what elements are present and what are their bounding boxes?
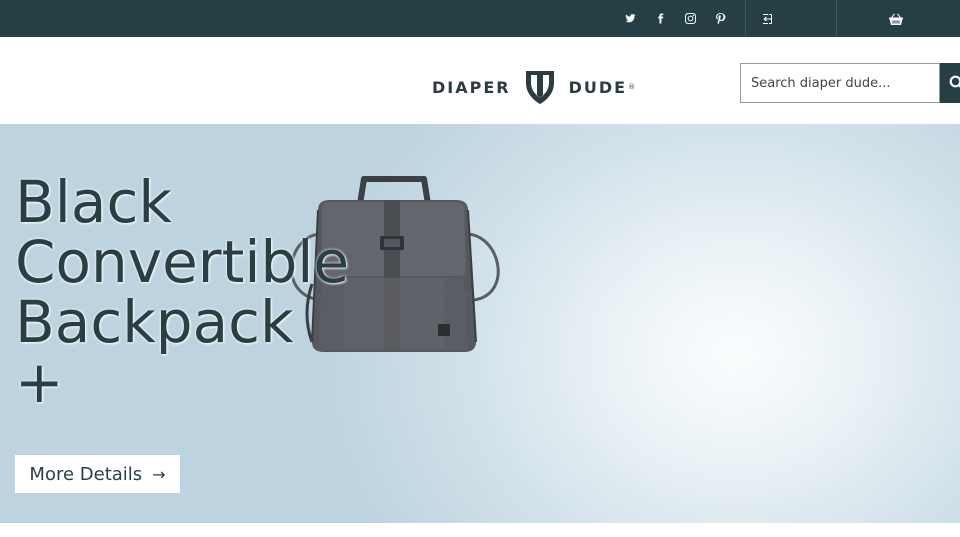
sign-in-icon xyxy=(763,13,772,24)
topbar-divider xyxy=(836,0,837,37)
hero-title-line: Convertible xyxy=(15,228,350,296)
logo-text-left: DIAPER xyxy=(432,77,511,97)
instagram-icon xyxy=(684,13,696,24)
instagram-link[interactable] xyxy=(675,0,705,37)
hero-title-line: + xyxy=(15,348,64,416)
search-button[interactable] xyxy=(940,63,960,103)
pinterest-icon xyxy=(715,13,725,24)
hero-title-line: Black xyxy=(15,168,172,236)
more-details-label: More Details xyxy=(29,463,143,485)
twitter-link[interactable] xyxy=(615,0,645,37)
basket-icon xyxy=(889,13,903,25)
registered-mark: ® xyxy=(628,83,636,91)
logo-text-right: DUDE xyxy=(568,77,628,97)
login-link[interactable] xyxy=(756,0,778,37)
search-input[interactable] xyxy=(740,63,940,103)
twitter-icon xyxy=(624,14,636,23)
facebook-link[interactable] xyxy=(645,0,675,37)
site-logo[interactable]: DIAPER DUDE ® xyxy=(432,69,635,105)
hero-title-line: Backpack xyxy=(15,288,294,356)
content-below xyxy=(0,523,960,537)
search-icon xyxy=(949,75,960,88)
more-details-button[interactable]: More Details → xyxy=(15,455,180,493)
shield-logo-icon xyxy=(525,71,554,104)
pinterest-link[interactable] xyxy=(705,0,735,37)
topbar-divider xyxy=(745,0,746,37)
hero-banner: Black Convertible Backpack + More Detail… xyxy=(0,124,960,523)
cart-link[interactable] xyxy=(885,0,907,37)
arrow-right-icon: → xyxy=(152,464,166,484)
facebook-icon xyxy=(657,13,663,24)
hero-title: Black Convertible Backpack + xyxy=(15,172,435,412)
site-header: DIAPER DUDE ® xyxy=(0,37,960,124)
top-bar xyxy=(0,0,960,37)
social-links xyxy=(615,0,735,37)
